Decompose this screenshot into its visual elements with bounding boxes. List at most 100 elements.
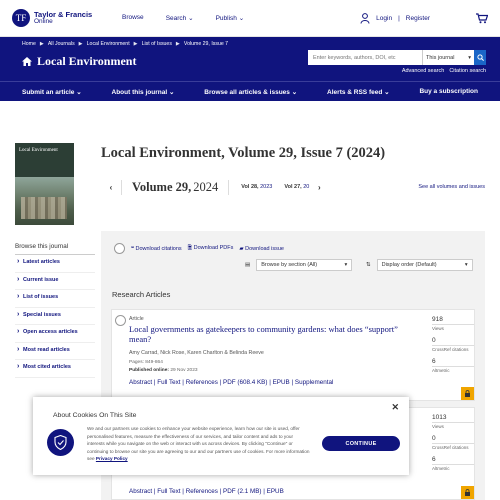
search-bar: This journal ▾ [308, 50, 486, 65]
sidebar-item-open-access[interactable]: Open access articles [15, 325, 95, 343]
citation-icon: ❝ [131, 245, 134, 252]
search-button[interactable] [474, 50, 486, 65]
article-type: Article [129, 316, 144, 322]
advanced-search-link[interactable]: Advanced search [402, 68, 445, 74]
nav-subscribe[interactable]: Buy a subscription [419, 88, 478, 95]
tf-logo[interactable]: TF Taylor & Francis Online [12, 9, 122, 27]
volume-27-label: Vol 27, [284, 184, 302, 190]
search-menu[interactable]: Search ⌄ [166, 14, 194, 22]
order-select[interactable]: Display order (Default) ▾ [376, 259, 473, 271]
article-pages: Pages: 849-864 [129, 360, 163, 366]
search-scope-select[interactable]: This journal ▾ [422, 50, 474, 65]
lock-icon [465, 390, 470, 397]
issue-navigator: ‹ Volume 29, 2024 Vol 28, 2023 Vol 27, 2… [101, 175, 485, 199]
current-volume-label: Volume 29, [132, 179, 192, 194]
register-link[interactable]: Register [406, 15, 430, 22]
article-metrics: 1013 Views 0 CrossRef citations 6 Altmetric [432, 414, 474, 477]
breadcrumb-home[interactable]: Home [22, 41, 36, 47]
views-count: 918 [432, 316, 443, 323]
journal-title: Local Environment [37, 54, 137, 68]
article-published: Published online: 29 Nov 2023 [129, 368, 419, 373]
prev-volume-arrow-icon[interactable]: ‹ [101, 183, 121, 192]
sort-icon: ⇅ [366, 262, 371, 268]
chevron-down-icon: ⌄ [384, 88, 390, 96]
article-links[interactable]: Abstract | Full Text | References | PDF … [129, 379, 419, 386]
breadcrumb-arrow-icon: ▶ [175, 41, 180, 47]
crossref-count: 0 [432, 435, 436, 442]
nav-browse-label: Browse all articles & issues [204, 88, 290, 96]
breadcrumb-arrow-icon: ▶ [133, 41, 138, 47]
search-input[interactable] [308, 50, 422, 65]
nav-alerts[interactable]: Alerts & RSS feed ⌄ [327, 88, 390, 96]
article-links[interactable]: Abstract | Full Text | References | PDF … [129, 488, 419, 495]
chevron-down-icon: ▾ [344, 262, 348, 268]
see-all-volumes-link[interactable]: See all volumes and issues [418, 184, 485, 190]
nav-browse[interactable]: Browse all articles & issues ⌄ [204, 88, 297, 96]
sidebar-item-latest[interactable]: Latest articles [15, 255, 95, 273]
book-icon: ▰ [239, 245, 244, 252]
browse-menu[interactable]: Browse [122, 14, 144, 22]
article-title[interactable]: Local governments as gatekeepers to comm… [129, 324, 419, 344]
cookie-banner: About Cookies On This Site ✕ We and our … [33, 397, 409, 475]
sidebar-item-most-read[interactable]: Most read articles [15, 343, 95, 360]
chevron-down-icon: ⌄ [168, 88, 175, 96]
views-label: Views [432, 324, 474, 331]
select-all-checkbox[interactable] [114, 243, 125, 254]
sidebar-heading: Browse this journal [15, 243, 95, 255]
article-authors[interactable]: Amy Carrad, Nick Rose, Karen Charlton & … [129, 350, 419, 356]
cookie-shield-icon [47, 429, 74, 456]
volume-28-link[interactable]: Vol 28, 2023 [241, 184, 272, 190]
cart-icon[interactable] [476, 12, 488, 24]
home-icon [22, 57, 32, 66]
close-icon[interactable]: ✕ [391, 402, 399, 413]
breadcrumb-journal[interactable]: Local Environment [87, 41, 130, 47]
publish-menu[interactable]: Publish ⌄ [216, 14, 245, 22]
search-icon [476, 54, 484, 61]
download-issue-button[interactable]: ▰ Download issue [239, 246, 284, 252]
journal-cover[interactable]: Local Environment [15, 143, 74, 225]
volume-27-link[interactable]: Vol 27, 20 [284, 184, 309, 190]
breadcrumb-all-journals[interactable]: All Journals [48, 41, 75, 47]
browse-sidebar: Browse this journal Latest articles Curr… [15, 243, 95, 378]
article-metrics: 918 Views 0 CrossRef citations 6 Altmetric [432, 316, 474, 379]
shield-icon [54, 435, 67, 450]
download-pdfs-button[interactable]: 🗎 Download PDFs [188, 244, 234, 253]
sidebar-item-current[interactable]: Current issue [15, 273, 95, 290]
chevron-down-icon: ⌄ [238, 15, 245, 22]
tf-logo-icon: TF [12, 9, 30, 27]
search-menu-label: Search [165, 15, 187, 22]
cookie-text: We and our partners use cookies to enhan… [87, 425, 312, 463]
sidebar-item-most-cited[interactable]: Most cited articles [15, 360, 95, 378]
nav-submit-label: Submit an article [22, 88, 75, 96]
published-date: 29 Nov 2023 [170, 368, 198, 374]
next-volume-arrow-icon[interactable]: › [309, 183, 329, 192]
views-label: Views [432, 422, 474, 429]
volume-28-label: Vol 28, [241, 184, 259, 190]
sidebar-item-special[interactable]: Special issues [15, 308, 95, 325]
cover-title: Local Environment [19, 148, 58, 153]
download-citations-label: Download citations [135, 245, 182, 252]
continue-button[interactable]: CONTINUE [322, 436, 400, 451]
download-citations-button[interactable]: ❝ Download citations [131, 246, 182, 252]
login-link[interactable]: Login [376, 15, 392, 22]
article-item: Article Local governments as gatekeepers… [111, 309, 475, 401]
section-select[interactable]: Browse by section (All) ▾ [256, 259, 353, 271]
nav-about[interactable]: About this journal ⌄ [112, 88, 175, 96]
pdf-icon: 🗎 [187, 245, 193, 251]
article-checkbox[interactable] [115, 315, 126, 326]
chevron-down-icon: ⌄ [188, 15, 194, 22]
citation-search-link[interactable]: Citation search [449, 68, 486, 74]
breadcrumb-issues[interactable]: List of Issues [142, 41, 172, 47]
current-volume-year: 2024 [193, 179, 219, 194]
search-scope-value: This journal [426, 54, 455, 61]
crossref-label: CrossRef citations [432, 443, 474, 450]
privacy-policy-link[interactable]: Privacy Policy [96, 456, 128, 461]
breadcrumb: Home ▶ All Journals ▶ Local Environment … [22, 41, 478, 47]
sidebar-item-list[interactable]: List of issues [15, 290, 95, 308]
section-heading: Research Articles [112, 290, 171, 299]
nav-submit[interactable]: Submit an article ⌄ [22, 88, 82, 96]
altmetric-label: Altmetric [432, 464, 474, 471]
top-bar: TF Taylor & Francis Online Browse Search… [0, 0, 500, 37]
altmetric-count: 6 [432, 456, 436, 463]
chevron-down-icon: ▾ [468, 54, 471, 61]
